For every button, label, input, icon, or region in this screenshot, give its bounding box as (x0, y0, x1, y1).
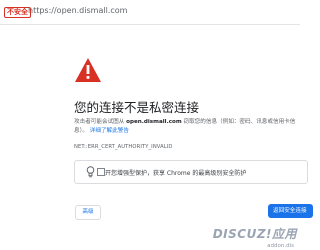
enhanced-protection-text[interactable]: 开您增强型保护，获享 Chrome 的最高级别安全防护 (105, 168, 246, 177)
back-to-safety-button[interactable]: 返回安全连接 (268, 204, 313, 218)
desc-prefix: 攻击者可能会试图从 (74, 119, 125, 125)
watermark-sub: addon.dis (267, 243, 294, 249)
watermark-brand: DISCUZ!应用 (212, 227, 297, 241)
learn-more-link[interactable]: 详细了解此警告 (90, 128, 129, 134)
enhanced-protection-box: 开您增强型保护，获享 Chrome 的最高级别安全防护 (74, 160, 308, 184)
address-bar[interactable]: 不安全 https://open.dismall.com (0, 0, 300, 25)
advanced-button[interactable]: 高级 (75, 205, 101, 220)
url-text[interactable]: https://open.dismall.com (28, 6, 127, 15)
desc-domain: open.dismall.com (126, 119, 182, 125)
warning-triangle-icon (75, 58, 101, 82)
error-description: 攻击者可能会试图从 open.dismall.com 窃取您的信息（例如：密码、… (74, 118, 300, 136)
enhanced-protection-checkbox[interactable] (97, 168, 105, 176)
lightbulb-icon (86, 166, 95, 178)
error-code: NET::ERR_CERT_AUTHORITY_INVALID (74, 144, 173, 150)
watermark: DISCUZ!应用 addon.dis (202, 227, 300, 250)
page-title: 您的连接不是私密连接 (74, 100, 200, 115)
not-secure-badge[interactable]: 不安全 (4, 7, 31, 18)
